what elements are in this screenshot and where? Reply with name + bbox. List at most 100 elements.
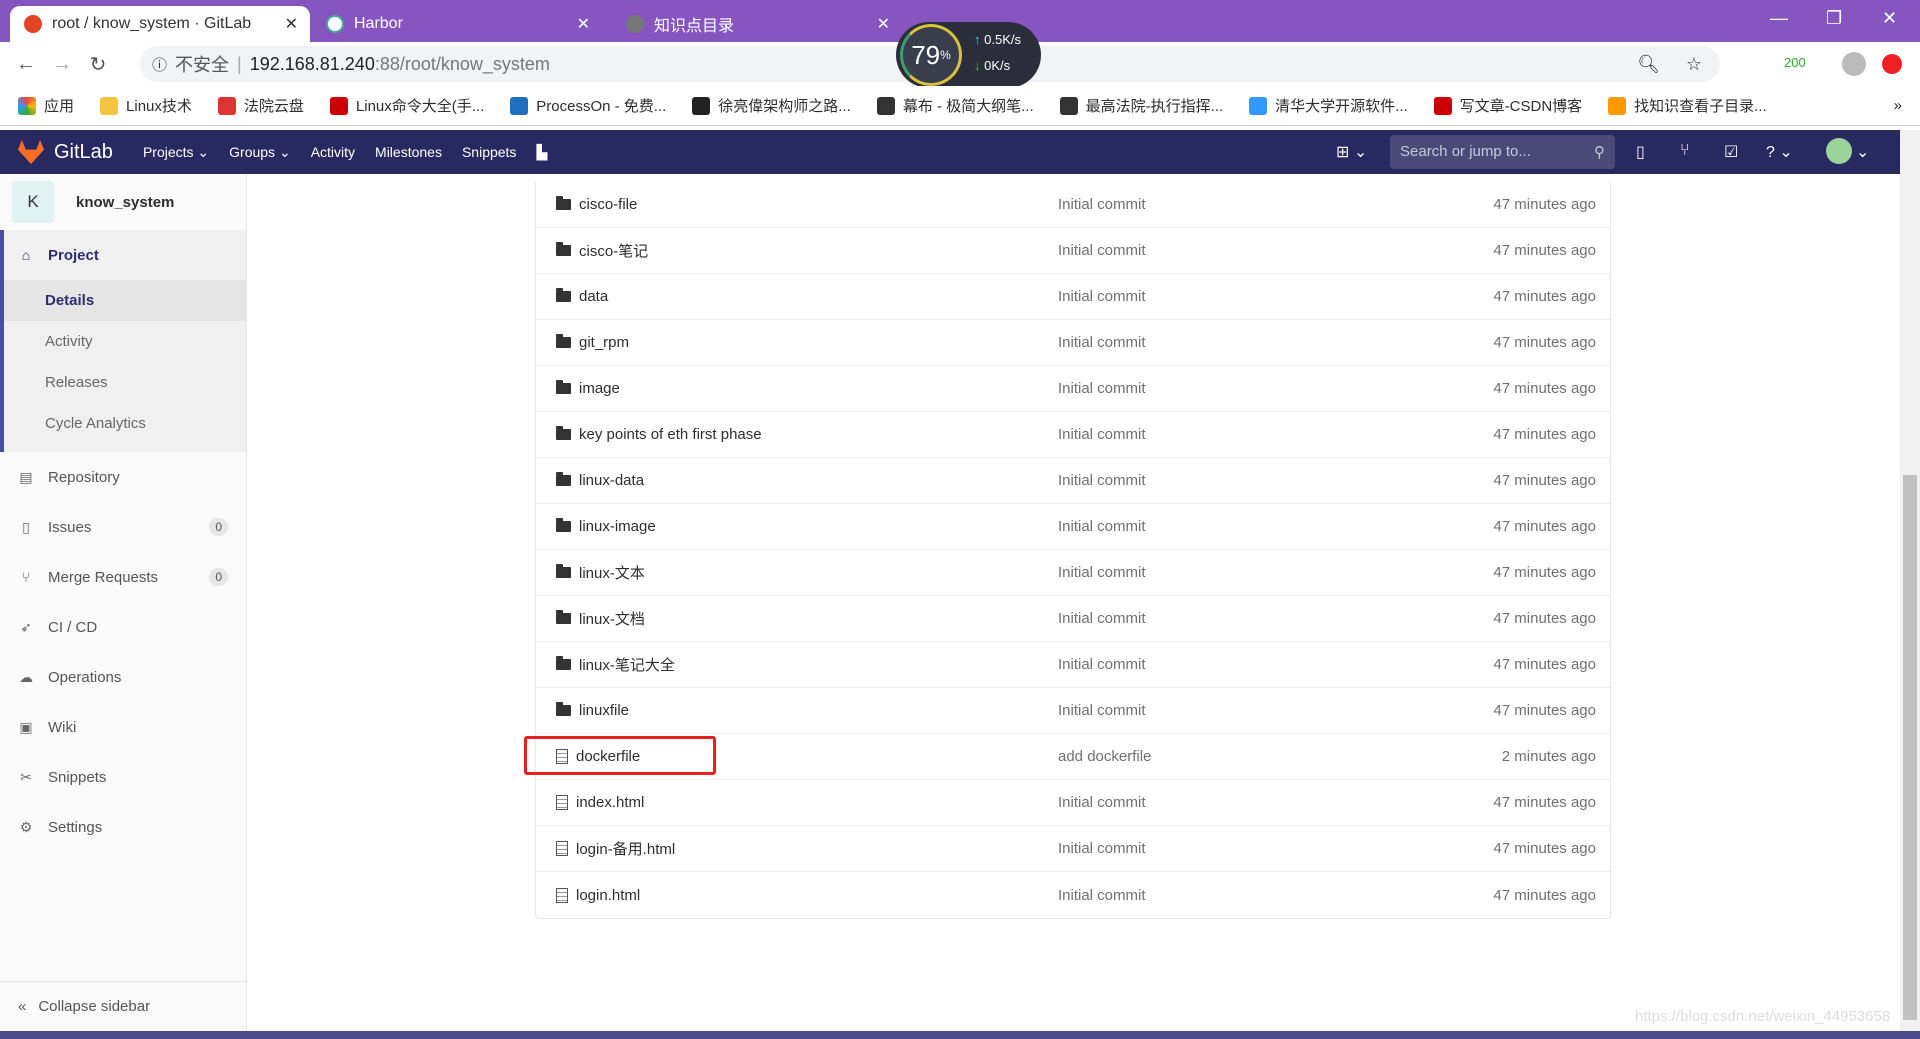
bookmark-item[interactable]: 应用	[18, 95, 74, 116]
reload-icon[interactable]: ↻	[80, 52, 116, 77]
table-row[interactable]: key points of eth first phase Initial com…	[536, 412, 1610, 458]
bookmark-item[interactable]: 法院云盘	[217, 95, 304, 116]
bookmark-item[interactable]: 清华大学开源软件...	[1249, 95, 1408, 116]
sidebar-item-issues[interactable]: ▯ Issues 0	[0, 502, 246, 552]
table-row[interactable]: login-备用.html Initial commit 47 minutes ag…	[536, 826, 1610, 872]
table-row[interactable]: login.html Initial commit 47 minutes ago	[536, 872, 1610, 918]
help-icon[interactable]: ? ⌄	[1766, 142, 1793, 162]
info-icon[interactable]: ⓘ	[152, 54, 167, 75]
todo-icon[interactable]: ☑	[1724, 142, 1738, 162]
sidebar-item-settings[interactable]: ⚙ Settings	[0, 802, 246, 852]
table-row[interactable]: image Initial commit 47 minutes ago	[536, 366, 1610, 412]
table-row[interactable]: cisco-file Initial commit 47 minutes ago	[536, 182, 1610, 228]
file-name-link[interactable]: linux-笔记大全	[556, 654, 675, 675]
bookmark-item[interactable]: 最高法院-执行指挥...	[1059, 95, 1223, 116]
close-tab-icon[interactable]: ✕	[285, 14, 298, 34]
commit-message-link[interactable]: Initial commit	[1058, 518, 1146, 535]
nav-activity[interactable]: Activity	[311, 144, 355, 160]
file-name-link[interactable]: linuxfile	[556, 702, 629, 719]
new-dropdown-icon[interactable]: ⊞ ⌄	[1336, 142, 1367, 162]
restore-icon[interactable]: ❐	[1826, 8, 1842, 29]
zoom-icon[interactable]: 🔍︎	[1637, 54, 1660, 75]
collapse-sidebar-button[interactable]: «Collapse sidebar	[0, 981, 246, 1031]
close-tab-icon[interactable]: ✕	[577, 14, 590, 34]
commit-message-link[interactable]: Initial commit	[1058, 242, 1146, 259]
forward-icon[interactable]: →	[44, 53, 80, 76]
sidebar-sub-activity[interactable]: Activity	[4, 321, 246, 362]
commit-message-link[interactable]: Initial commit	[1058, 334, 1146, 351]
minimize-icon[interactable]: —	[1770, 8, 1788, 29]
file-name-link[interactable]: data	[556, 288, 608, 305]
table-row[interactable]: data Initial commit 47 minutes ago	[536, 274, 1610, 320]
bookmark-item[interactable]: Linux技术	[100, 95, 192, 116]
file-name-link[interactable]: git_rpm	[556, 334, 629, 351]
commit-message-link[interactable]: Initial commit	[1058, 564, 1146, 581]
sidebar-item-project[interactable]: ⌂ Project	[4, 230, 246, 280]
search-input[interactable]: Search or jump to... ⚲	[1390, 135, 1615, 169]
tab-harbor[interactable]: Harbor ✕	[312, 6, 602, 42]
nav-milestones[interactable]: Milestones	[375, 144, 442, 160]
commit-message-link[interactable]: Initial commit	[1058, 887, 1146, 904]
table-row[interactable]: cisco-笔记 Initial commit 47 minutes ago	[536, 228, 1610, 274]
file-name-link[interactable]: key points of eth first phase	[556, 426, 762, 443]
gitlab-logo-icon[interactable]	[18, 140, 44, 164]
file-name-link[interactable]: login.html	[556, 887, 640, 904]
tab-knowledge[interactable]: 知识点目录 ✕	[612, 6, 902, 42]
file-name-link[interactable]: linux-data	[556, 472, 644, 489]
commit-message-link[interactable]: Initial commit	[1058, 196, 1146, 213]
chart-icon[interactable]: ▙	[536, 144, 547, 161]
sidebar-sub-releases[interactable]: Releases	[4, 362, 246, 403]
file-name-link[interactable]: index.html	[556, 794, 644, 811]
merge-request-icon[interactable]: ⑂	[1680, 142, 1690, 160]
sidebar-sub-cycle-analytics[interactable]: Cycle Analytics	[4, 403, 246, 444]
bookmark-item[interactable]: 徐亮偉架构师之路...	[692, 95, 851, 116]
table-row[interactable]: git_rpm Initial commit 47 minutes ago	[536, 320, 1610, 366]
commit-message-link[interactable]: Initial commit	[1058, 610, 1146, 627]
user-avatar[interactable]	[1826, 138, 1852, 164]
commit-message-link[interactable]: Initial commit	[1058, 794, 1146, 811]
commit-message-link[interactable]: Initial commit	[1058, 380, 1146, 397]
more-bookmarks-icon[interactable]: »	[1894, 97, 1902, 114]
close-tab-icon[interactable]: ✕	[877, 14, 890, 34]
table-row[interactable]: linux-文档 Initial commit 47 minutes ago	[536, 596, 1610, 642]
file-name-link[interactable]: cisco-file	[556, 196, 637, 213]
table-row[interactable]: linux-data Initial commit 47 minutes ago	[536, 458, 1610, 504]
table-row[interactable]: linux-文本 Initial commit 47 minutes ago	[536, 550, 1610, 596]
sidebar-item-repository[interactable]: ▤ Repository	[0, 452, 246, 502]
file-name-link[interactable]: login-备用.html	[556, 838, 675, 859]
tab-gitlab[interactable]: root / know_system · GitLab ✕	[10, 6, 310, 42]
nav-projects[interactable]: Projects ⌄	[143, 144, 209, 161]
table-row[interactable]: linux-笔记大全 Initial commit 47 minutes ago	[536, 642, 1610, 688]
close-window-icon[interactable]: ✕	[1882, 8, 1897, 29]
extension-badge[interactable]: 200	[1784, 55, 1806, 70]
table-row[interactable]: index.html Initial commit 47 minutes ago	[536, 780, 1610, 826]
sidebar-item-wiki[interactable]: ▣ Wiki	[0, 702, 246, 752]
file-name-link[interactable]: linux-文本	[556, 562, 645, 583]
gitlab-brand[interactable]: GitLab	[54, 141, 113, 164]
file-name-link[interactable]: image	[556, 380, 620, 397]
back-icon[interactable]: ←	[8, 53, 44, 76]
sidebar-item-operations[interactable]: ☁ Operations	[0, 652, 246, 702]
nav-groups[interactable]: Groups ⌄	[229, 144, 291, 161]
nav-snippets[interactable]: Snippets	[462, 144, 516, 160]
sidebar-item-ci-cd[interactable]: ➶ CI / CD	[0, 602, 246, 652]
bookmark-item[interactable]: ProcessOn - 免费...	[510, 95, 666, 116]
commit-message-link[interactable]: Initial commit	[1058, 472, 1146, 489]
bookmark-item[interactable]: 幕布 - 极简大纲笔...	[876, 95, 1034, 116]
update-icon[interactable]	[1882, 54, 1902, 74]
commit-message-link[interactable]: Initial commit	[1058, 426, 1146, 443]
bookmark-item[interactable]: 写文章-CSDN博客	[1433, 95, 1582, 116]
sidebar-item-snippets[interactable]: ✂ Snippets	[0, 752, 246, 802]
commit-message-link[interactable]: Initial commit	[1058, 702, 1146, 719]
file-name-link[interactable]: cisco-笔记	[556, 240, 648, 261]
profile-avatar[interactable]	[1842, 52, 1866, 76]
issues-icon[interactable]: ▯	[1636, 142, 1645, 162]
file-name-link[interactable]: linux-image	[556, 518, 656, 535]
star-icon[interactable]: ☆	[1686, 54, 1702, 75]
commit-message-link[interactable]: Initial commit	[1058, 656, 1146, 673]
commit-message-link[interactable]: Initial commit	[1058, 840, 1146, 857]
commit-message-link[interactable]: Initial commit	[1058, 288, 1146, 305]
chevron-down-icon[interactable]: ⌄	[1856, 142, 1869, 162]
file-name-link[interactable]: linux-文档	[556, 608, 645, 629]
table-row[interactable]: linuxfile Initial commit 47 minutes ago	[536, 688, 1610, 734]
